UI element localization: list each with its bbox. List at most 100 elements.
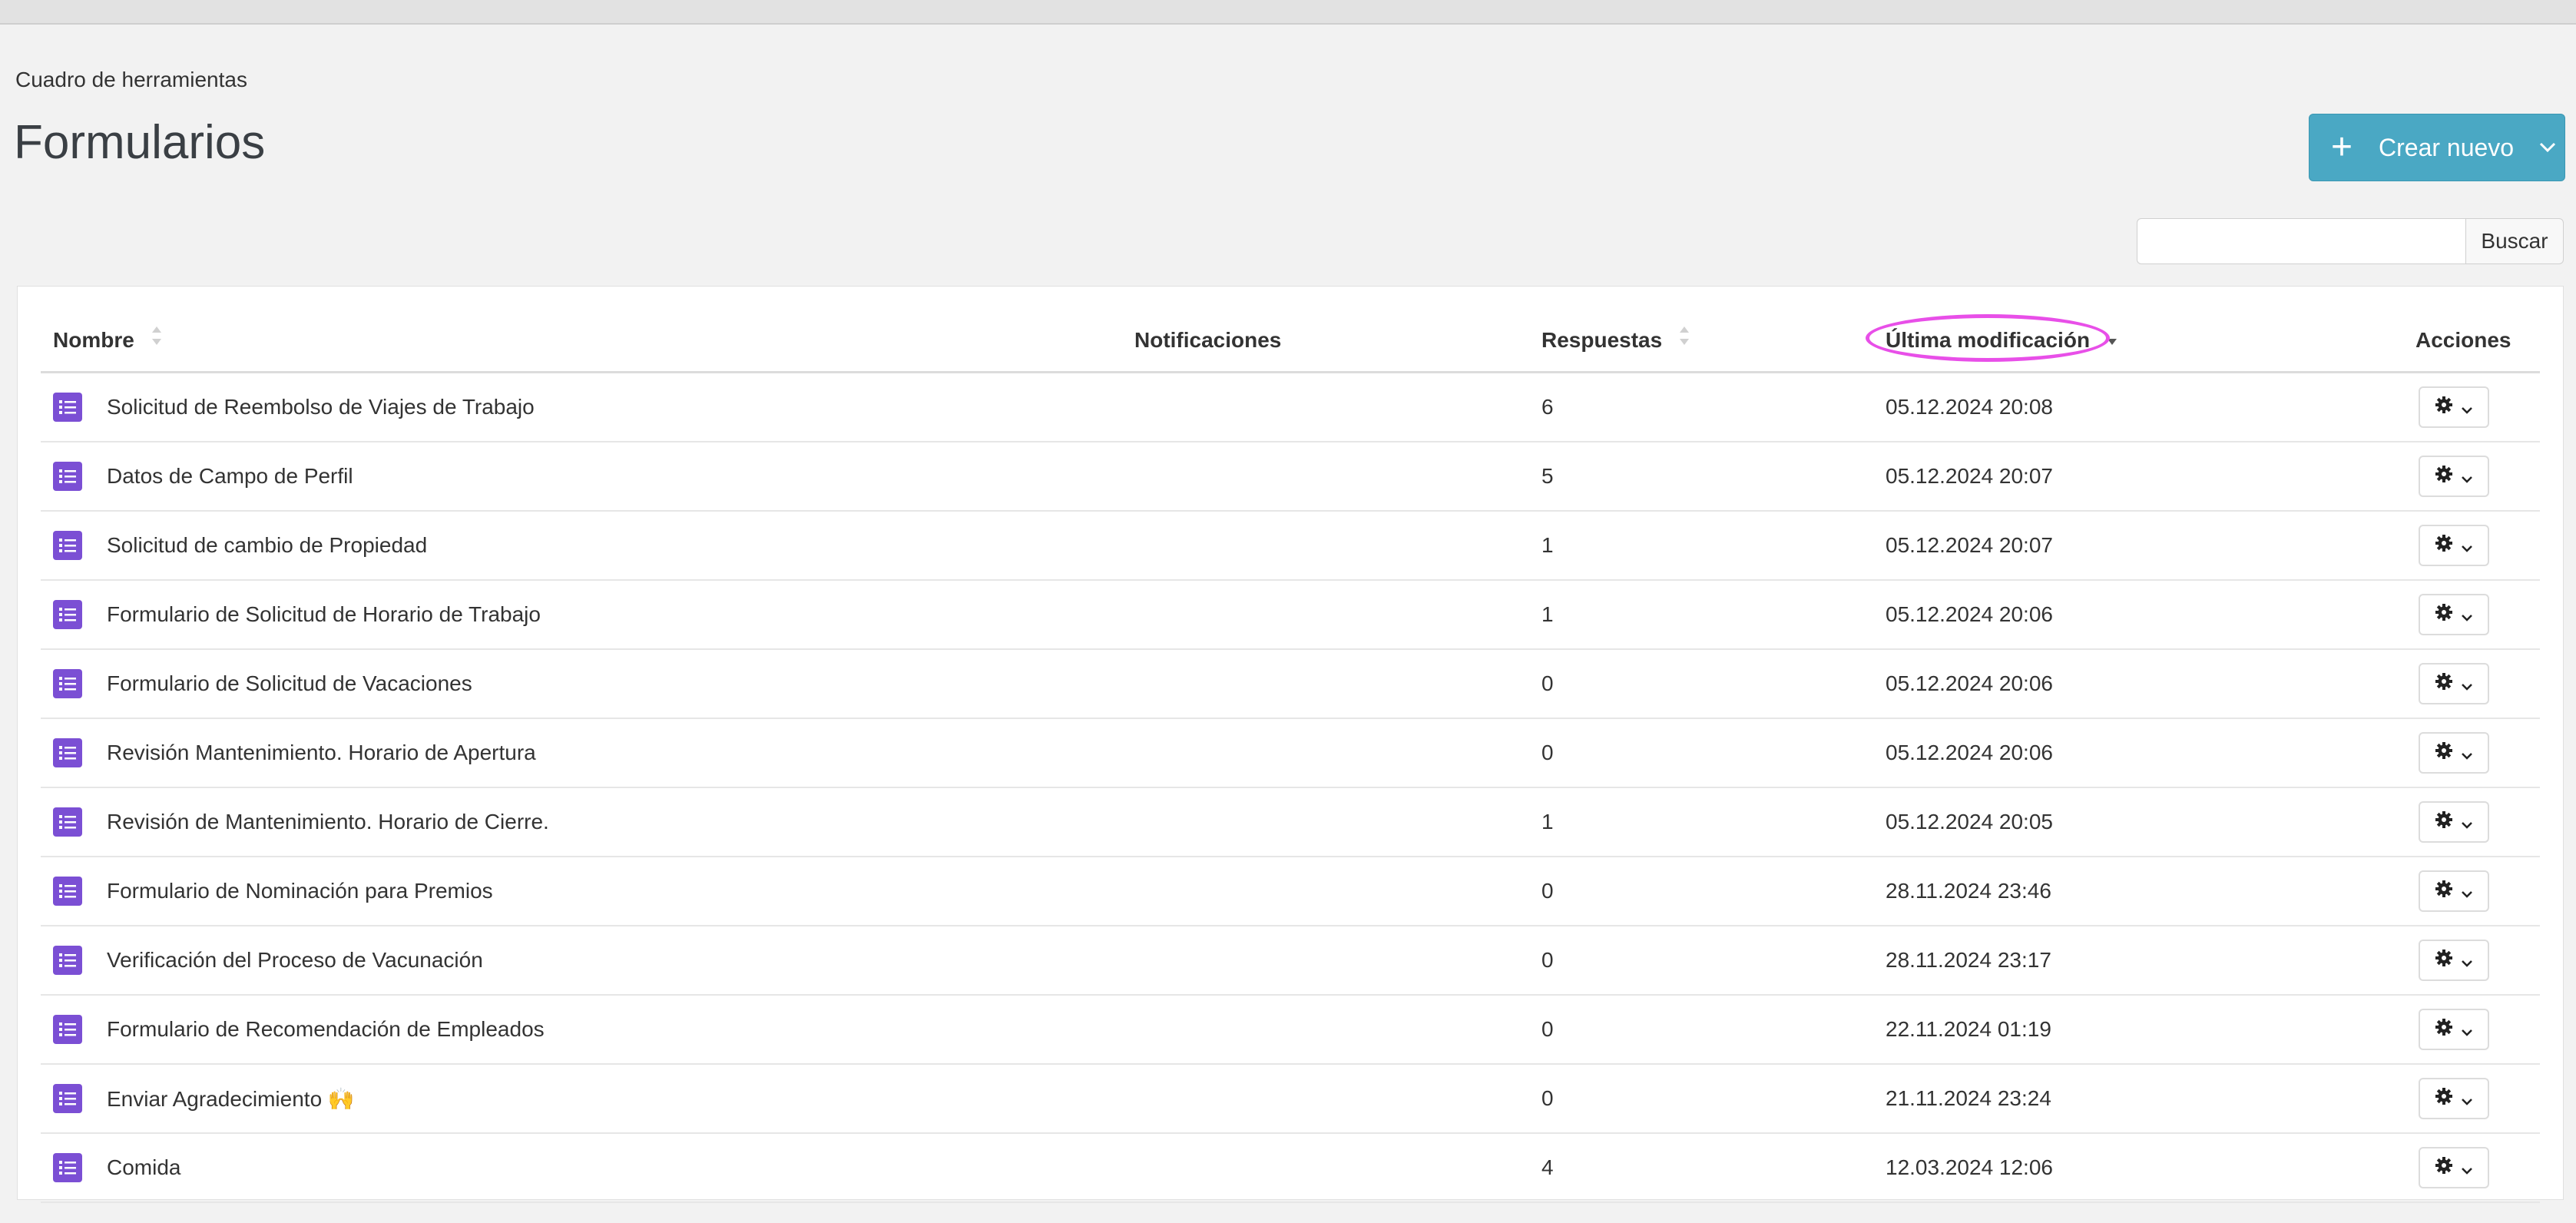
form-name-link[interactable]: Formulario de Recomendación de Empleados — [107, 1017, 545, 1042]
row-actions-button[interactable] — [2419, 456, 2489, 497]
responses-cell: 0 — [1541, 671, 1554, 695]
gear-icon — [2435, 741, 2453, 765]
row-actions-button[interactable] — [2419, 801, 2489, 843]
actions-cell — [2419, 857, 2489, 925]
search-input[interactable] — [2137, 218, 2465, 264]
row-actions-button[interactable] — [2419, 663, 2489, 704]
actions-cell — [2419, 650, 2489, 718]
list-icon — [53, 1153, 82, 1182]
chevron-down-icon — [2461, 741, 2473, 765]
last-modified-cell: 05.12.2024 20:06 — [1886, 671, 2053, 695]
column-header-last-modified-label: Última modificación — [1886, 328, 2091, 352]
last-modified-cell: 05.12.2024 20:05 — [1886, 810, 2053, 834]
chevron-down-icon — [2461, 879, 2473, 903]
table-row: Comida 4 12.03.2024 12:06 — [41, 1134, 2540, 1203]
last-modified-cell: 28.11.2024 23:46 — [1886, 879, 2051, 903]
column-header-notifications: Notificaciones — [1134, 328, 1282, 352]
gear-icon — [2435, 810, 2453, 834]
chevron-down-icon — [2461, 602, 2473, 627]
form-name-link[interactable]: Formulario de Solicitud de Horario de Tr… — [107, 602, 541, 627]
list-icon — [53, 807, 82, 837]
actions-cell — [2419, 1134, 2489, 1201]
row-actions-button[interactable] — [2419, 525, 2489, 566]
form-name-cell: Enviar Agradecimiento 🙌 — [53, 1065, 355, 1132]
table-row: Formulario de Solicitud de Vacaciones 0 … — [41, 650, 2540, 719]
chevron-down-icon — [2537, 137, 2558, 158]
form-name-cell: Solicitud de Reembolso de Viajes de Trab… — [53, 373, 535, 441]
sort-desc-icon — [2107, 317, 2117, 363]
row-actions-button[interactable] — [2419, 870, 2489, 912]
form-name-cell: Verificación del Proceso de Vacunación — [53, 926, 483, 994]
chevron-down-icon — [2461, 533, 2473, 558]
responses-cell: 4 — [1541, 1155, 1554, 1179]
row-actions-button[interactable] — [2419, 940, 2489, 981]
actions-cell — [2419, 996, 2489, 1063]
table-row: Revisión Mantenimiento. Horario de Apert… — [41, 719, 2540, 788]
form-name-link[interactable]: Revisión Mantenimiento. Horario de Apert… — [107, 741, 536, 765]
chevron-down-icon — [2461, 1017, 2473, 1042]
responses-cell: 5 — [1541, 464, 1554, 488]
row-actions-button[interactable] — [2419, 386, 2489, 428]
form-name-link[interactable]: Revisión de Mantenimiento. Horario de Ci… — [107, 810, 549, 834]
gear-icon — [2435, 395, 2453, 419]
actions-cell — [2419, 1065, 2489, 1132]
list-icon — [53, 531, 82, 560]
form-name-link[interactable]: Formulario de Solicitud de Vacaciones — [107, 671, 472, 696]
responses-cell: 1 — [1541, 602, 1554, 626]
form-name-cell: Solicitud de cambio de Propiedad — [53, 512, 427, 579]
table-body: Solicitud de Reembolso de Viajes de Trab… — [41, 373, 2540, 1203]
row-actions-button[interactable] — [2419, 594, 2489, 635]
gear-icon — [2435, 464, 2453, 489]
column-header-responses-label: Respuestas — [1541, 328, 1663, 352]
form-name-link[interactable]: Solicitud de cambio de Propiedad — [107, 533, 427, 558]
responses-cell: 0 — [1541, 1017, 1554, 1041]
create-new-label: Crear nuevo — [2379, 133, 2515, 161]
form-name-link[interactable]: Verificación del Proceso de Vacunación — [107, 948, 483, 973]
column-header-actions: Acciones — [2415, 328, 2511, 352]
column-header-responses[interactable]: Respuestas — [1541, 317, 1690, 371]
last-modified-cell: 22.11.2024 01:19 — [1886, 1017, 2051, 1041]
chevron-down-icon — [2461, 1086, 2473, 1111]
create-new-button[interactable]: + Crear nuevo — [2309, 114, 2565, 181]
form-name-link[interactable]: Comida — [107, 1155, 180, 1180]
chevron-down-icon — [2461, 671, 2473, 696]
row-actions-button[interactable] — [2419, 732, 2489, 774]
table-row: Revisión de Mantenimiento. Horario de Ci… — [41, 788, 2540, 857]
last-modified-cell: 28.11.2024 23:17 — [1886, 948, 2051, 972]
row-actions-button[interactable] — [2419, 1009, 2489, 1050]
form-name-cell: Formulario de Solicitud de Vacaciones — [53, 650, 472, 718]
form-name-cell: Formulario de Solicitud de Horario de Tr… — [53, 581, 541, 648]
table-row: Verificación del Proceso de Vacunación 0… — [41, 926, 2540, 996]
gear-icon — [2435, 1155, 2453, 1180]
form-name-cell: Formulario de Nominación para Premios — [53, 857, 493, 925]
last-modified-cell: 21.11.2024 23:24 — [1886, 1086, 2051, 1110]
breadcrumb[interactable]: Cuadro de herramientas — [15, 68, 247, 92]
row-actions-button[interactable] — [2419, 1147, 2489, 1188]
form-name-link[interactable]: Solicitud de Reembolso de Viajes de Trab… — [107, 395, 535, 419]
list-icon — [53, 1015, 82, 1044]
last-modified-cell: 05.12.2024 20:07 — [1886, 464, 2053, 488]
gear-icon — [2435, 671, 2453, 696]
actions-cell — [2419, 373, 2489, 441]
actions-cell — [2419, 442, 2489, 510]
responses-cell: 0 — [1541, 1086, 1554, 1110]
form-name-link[interactable]: Datos de Campo de Perfil — [107, 464, 353, 489]
form-name-cell: Datos de Campo de Perfil — [53, 442, 353, 510]
form-name-link[interactable]: Enviar Agradecimiento 🙌 — [107, 1086, 355, 1112]
column-header-name[interactable]: Nombre — [53, 317, 162, 371]
chevron-down-icon — [2461, 810, 2473, 834]
search-button[interactable]: Buscar — [2465, 218, 2564, 264]
list-icon — [53, 1084, 82, 1113]
last-modified-cell: 05.12.2024 20:08 — [1886, 395, 2053, 419]
column-header-last-modified[interactable]: Última modificación — [1866, 314, 2117, 371]
column-header-name-label: Nombre — [53, 328, 134, 352]
form-name-cell: Revisión de Mantenimiento. Horario de Ci… — [53, 788, 549, 856]
table-row: Formulario de Recomendación de Empleados… — [41, 996, 2540, 1065]
form-name-cell: Formulario de Recomendación de Empleados — [53, 996, 545, 1063]
page-title: Formularios — [14, 116, 266, 169]
list-icon — [53, 946, 82, 975]
form-name-link[interactable]: Formulario de Nominación para Premios — [107, 879, 493, 903]
row-actions-button[interactable] — [2419, 1078, 2489, 1119]
actions-cell — [2419, 581, 2489, 648]
chevron-down-icon — [2461, 395, 2473, 419]
